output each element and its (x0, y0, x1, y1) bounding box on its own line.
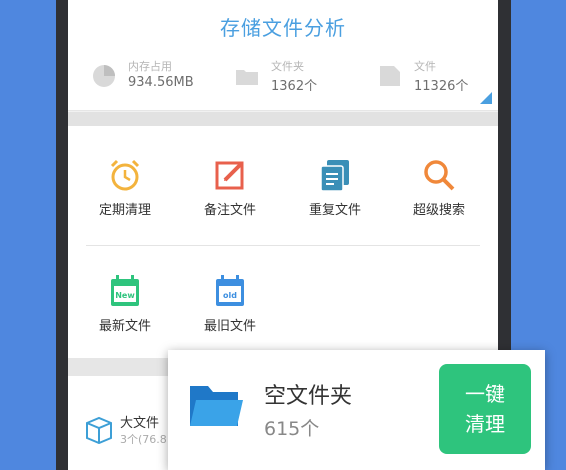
empty-folder-count: 615个 (264, 418, 320, 440)
folder-icon (236, 70, 258, 85)
tool-note-files-label: 备注文件 (203, 203, 256, 218)
empty-folder-name: 空文件夹 (264, 384, 353, 409)
stat-files-label: 文件 (414, 60, 436, 73)
calendar-old-icon: old (216, 275, 244, 306)
stat-files-value: 11326个 (414, 79, 469, 94)
big-files-name: 大文件 (120, 416, 160, 431)
search-icon (424, 160, 455, 191)
duplicate-file-icon (320, 160, 349, 192)
pie-chart-icon (93, 65, 115, 87)
tool-scheduled-clean-label: 定期清理 (98, 203, 151, 218)
tools-divider (86, 245, 480, 246)
page-title: 存储文件分析 (220, 16, 346, 40)
stat-folders-value: 1362个 (271, 79, 318, 94)
tool-newest-files-label: 最新文件 (98, 319, 151, 334)
calendar-new-icon: New (111, 275, 139, 306)
stat-memory-label: 内存占用 (128, 60, 172, 73)
calendar-new-badge: New (115, 291, 135, 300)
tools-grid: 定期清理 备注文件 重复文件 超级搜索 New 最新文件 old 最旧文件 (68, 126, 498, 358)
one-click-clean-button[interactable]: 一键 清理 (439, 364, 531, 454)
tool-super-search-label: 超级搜索 (412, 203, 465, 218)
tool-newest-files[interactable]: New 最新文件 (80, 274, 170, 344)
edit-note-icon (215, 161, 244, 190)
box-icon (86, 416, 112, 444)
tool-oldest-files[interactable]: old 最旧文件 (185, 274, 275, 344)
storage-analysis-header: 存储文件分析 内存占用 934.56MB 文件夹 1362个 文件 11326个 (68, 0, 498, 111)
open-folder-icon (190, 386, 243, 426)
empty-folder-card: 空文件夹 615个 一键 清理 (168, 350, 545, 470)
tool-note-files[interactable]: 备注文件 (185, 158, 275, 228)
tool-duplicate-files[interactable]: 重复文件 (290, 158, 380, 228)
stat-folders-label: 文件夹 (271, 60, 304, 73)
clean-button-line1: 一键 (465, 382, 505, 406)
expand-corner-icon[interactable] (480, 92, 492, 104)
stat-memory-value: 934.56MB (128, 75, 194, 90)
alarm-clock-icon (110, 159, 140, 191)
tool-duplicate-files-label: 重复文件 (308, 203, 361, 218)
tool-scheduled-clean[interactable]: 定期清理 (80, 158, 170, 228)
clean-button-line2: 清理 (465, 412, 505, 436)
file-icon (380, 66, 400, 86)
tool-super-search[interactable]: 超级搜索 (394, 158, 484, 228)
tool-oldest-files-label: 最旧文件 (203, 319, 256, 334)
big-files-count: 3个(76.8 (120, 433, 167, 446)
section-separator (68, 112, 498, 126)
calendar-old-badge: old (223, 291, 237, 300)
